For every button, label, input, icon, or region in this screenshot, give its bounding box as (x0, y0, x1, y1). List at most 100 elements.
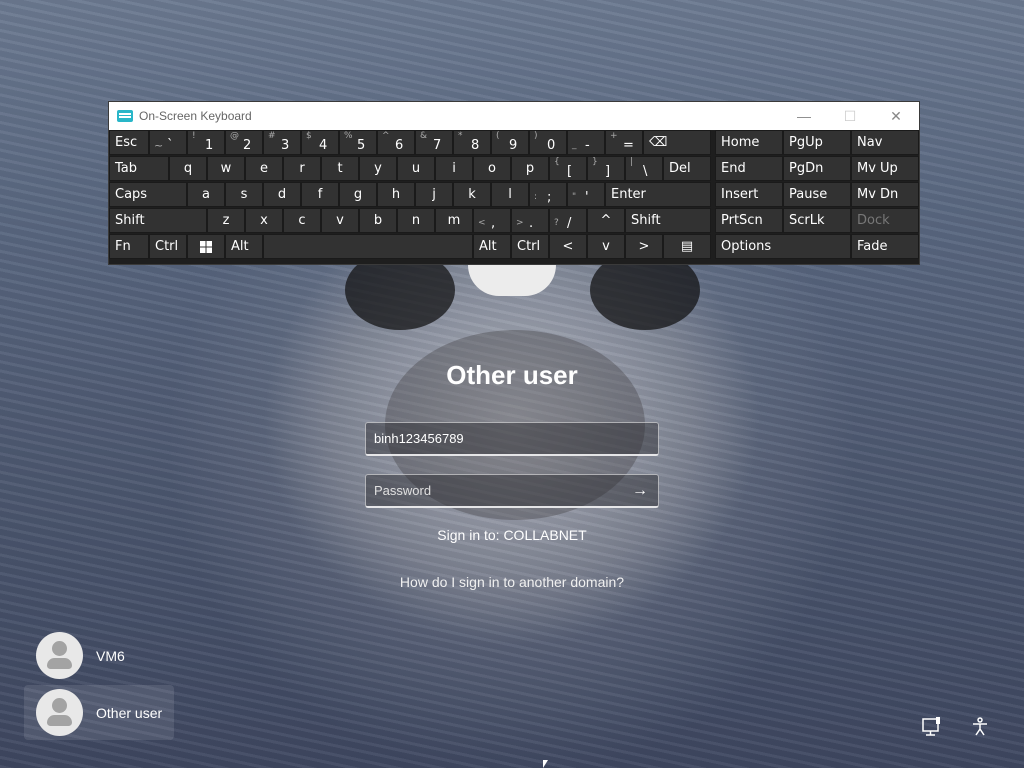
key-3[interactable]: #3 (263, 130, 301, 155)
close-button[interactable]: ✕ (873, 102, 919, 130)
key-ctrl-right[interactable]: Ctrl (511, 234, 549, 259)
key-e[interactable]: e (245, 156, 283, 181)
key-m[interactable]: m (435, 208, 473, 233)
key-o[interactable]: o (473, 156, 511, 181)
key-k[interactable]: k (453, 182, 491, 207)
key-shift-left[interactable]: Shift (109, 208, 207, 233)
user-tile-name: VM6 (96, 647, 125, 664)
key-c[interactable]: c (283, 208, 321, 233)
key-pause[interactable]: Pause (783, 182, 851, 207)
key-period[interactable]: >. (511, 208, 549, 233)
mouse-cursor (543, 760, 548, 768)
key-p[interactable]: p (511, 156, 549, 181)
key-tilde[interactable]: ~ ` (149, 130, 187, 155)
key-5[interactable]: % 5 (339, 130, 377, 155)
key-0[interactable]: ) 0 (529, 130, 567, 155)
key-windows[interactable] (187, 234, 225, 259)
osk-title-bar[interactable]: On-Screen Keyboard — ☐ ✕ (109, 102, 919, 130)
key-l[interactable]: l (491, 182, 529, 207)
key-backslash[interactable]: | \ (625, 156, 663, 181)
key-j[interactable]: j (415, 182, 453, 207)
key-4[interactable]: $4 (301, 130, 339, 155)
key-down-arrow[interactable]: v (587, 234, 625, 259)
key-del[interactable]: Del (663, 156, 711, 181)
key-alt-right[interactable]: Alt (473, 234, 511, 259)
submit-arrow-icon[interactable]: → (628, 478, 652, 504)
key-mvdn[interactable]: Mv Dn (851, 182, 919, 207)
key-nav[interactable]: Nav (851, 130, 919, 155)
key-v[interactable]: v (321, 208, 359, 233)
osk-keys: Esc ~ ` ! 1 @2 #3 $4 % 5 ^ 6 & 7 * 8 (9 ) 0 _ - … (109, 130, 919, 264)
key-end[interactable]: End (715, 156, 783, 181)
key-menu[interactable]: ▤ (663, 234, 711, 259)
key-t[interactable]: t (321, 156, 359, 181)
key-comma[interactable]: <, (473, 208, 511, 233)
signin-domain-text: Sign in to: COLLABNET (437, 527, 587, 543)
accessibility-icon[interactable] (969, 716, 991, 738)
key-backspace[interactable]: ⌫ (643, 130, 711, 155)
username-field[interactable] (365, 422, 659, 456)
user-tile-other-user[interactable]: Other user (24, 685, 174, 740)
key-2[interactable]: @2 (225, 130, 263, 155)
key-prtscn[interactable]: PrtScn (715, 208, 783, 233)
key-ctrl-left[interactable]: Ctrl (149, 234, 187, 259)
user-avatar-icon (36, 632, 83, 679)
key-scrlk[interactable]: ScrLk (783, 208, 851, 233)
minimize-button[interactable]: — (781, 102, 827, 130)
key-semicolon[interactable]: :; (529, 182, 567, 207)
key-n[interactable]: n (397, 208, 435, 233)
key-y[interactable]: y (359, 156, 397, 181)
key-right-arrow[interactable]: > (625, 234, 663, 259)
signin-title: Other user (446, 360, 578, 390)
key-insert[interactable]: Insert (715, 182, 783, 207)
key-u[interactable]: u (397, 156, 435, 181)
key-options[interactable]: Options (715, 234, 851, 259)
key-shift-right[interactable]: Shift (625, 208, 711, 233)
key-minus[interactable]: _ - (567, 130, 605, 155)
osk-title: On-Screen Keyboard (139, 109, 252, 123)
user-tile-name: Other user (96, 704, 163, 721)
password-field[interactable] (365, 474, 659, 508)
key-q[interactable]: q (169, 156, 207, 181)
key-left-arrow[interactable]: < (549, 234, 587, 259)
key-s[interactable]: s (225, 182, 263, 207)
key-slash[interactable]: ? / (549, 208, 587, 233)
key-equals[interactable]: + = (605, 130, 643, 155)
key-a[interactable]: a (187, 182, 225, 207)
key-fn[interactable]: Fn (109, 234, 149, 259)
key-tab[interactable]: Tab (109, 156, 169, 181)
key-b[interactable]: b (359, 208, 397, 233)
key-d[interactable]: d (263, 182, 301, 207)
key-f[interactable]: f (301, 182, 339, 207)
key-6[interactable]: ^ 6 (377, 130, 415, 155)
user-tile-vm6[interactable]: VM6 (24, 628, 174, 683)
other-domain-link[interactable]: How do I sign in to another domain? (0, 574, 1024, 590)
key-enter[interactable]: Enter (605, 182, 711, 207)
key-7[interactable]: & 7 (415, 130, 453, 155)
network-icon[interactable] (921, 716, 943, 738)
key-esc[interactable]: Esc (109, 130, 149, 155)
key-r[interactable]: r (283, 156, 321, 181)
key-quote[interactable]: " ' (567, 182, 605, 207)
key-up-arrow[interactable]: ^ (587, 208, 625, 233)
key-w[interactable]: w (207, 156, 245, 181)
key-pgup[interactable]: PgUp (783, 130, 851, 155)
key-rbracket[interactable]: }] (587, 156, 625, 181)
key-pgdn[interactable]: PgDn (783, 156, 851, 181)
key-z[interactable]: z (207, 208, 245, 233)
key-lbracket[interactable]: {[ (549, 156, 587, 181)
key-home[interactable]: Home (715, 130, 783, 155)
key-mvup[interactable]: Mv Up (851, 156, 919, 181)
maximize-button: ☐ (843, 107, 857, 124)
key-1[interactable]: ! 1 (187, 130, 225, 155)
key-9[interactable]: (9 (491, 130, 529, 155)
key-i[interactable]: i (435, 156, 473, 181)
key-h[interactable]: h (377, 182, 415, 207)
key-8[interactable]: * 8 (453, 130, 491, 155)
key-x[interactable]: x (245, 208, 283, 233)
key-caps[interactable]: Caps (109, 182, 187, 207)
key-g[interactable]: g (339, 182, 377, 207)
key-alt-left[interactable]: Alt (225, 234, 263, 259)
key-fade[interactable]: Fade (851, 234, 919, 259)
key-space[interactable] (263, 234, 473, 259)
